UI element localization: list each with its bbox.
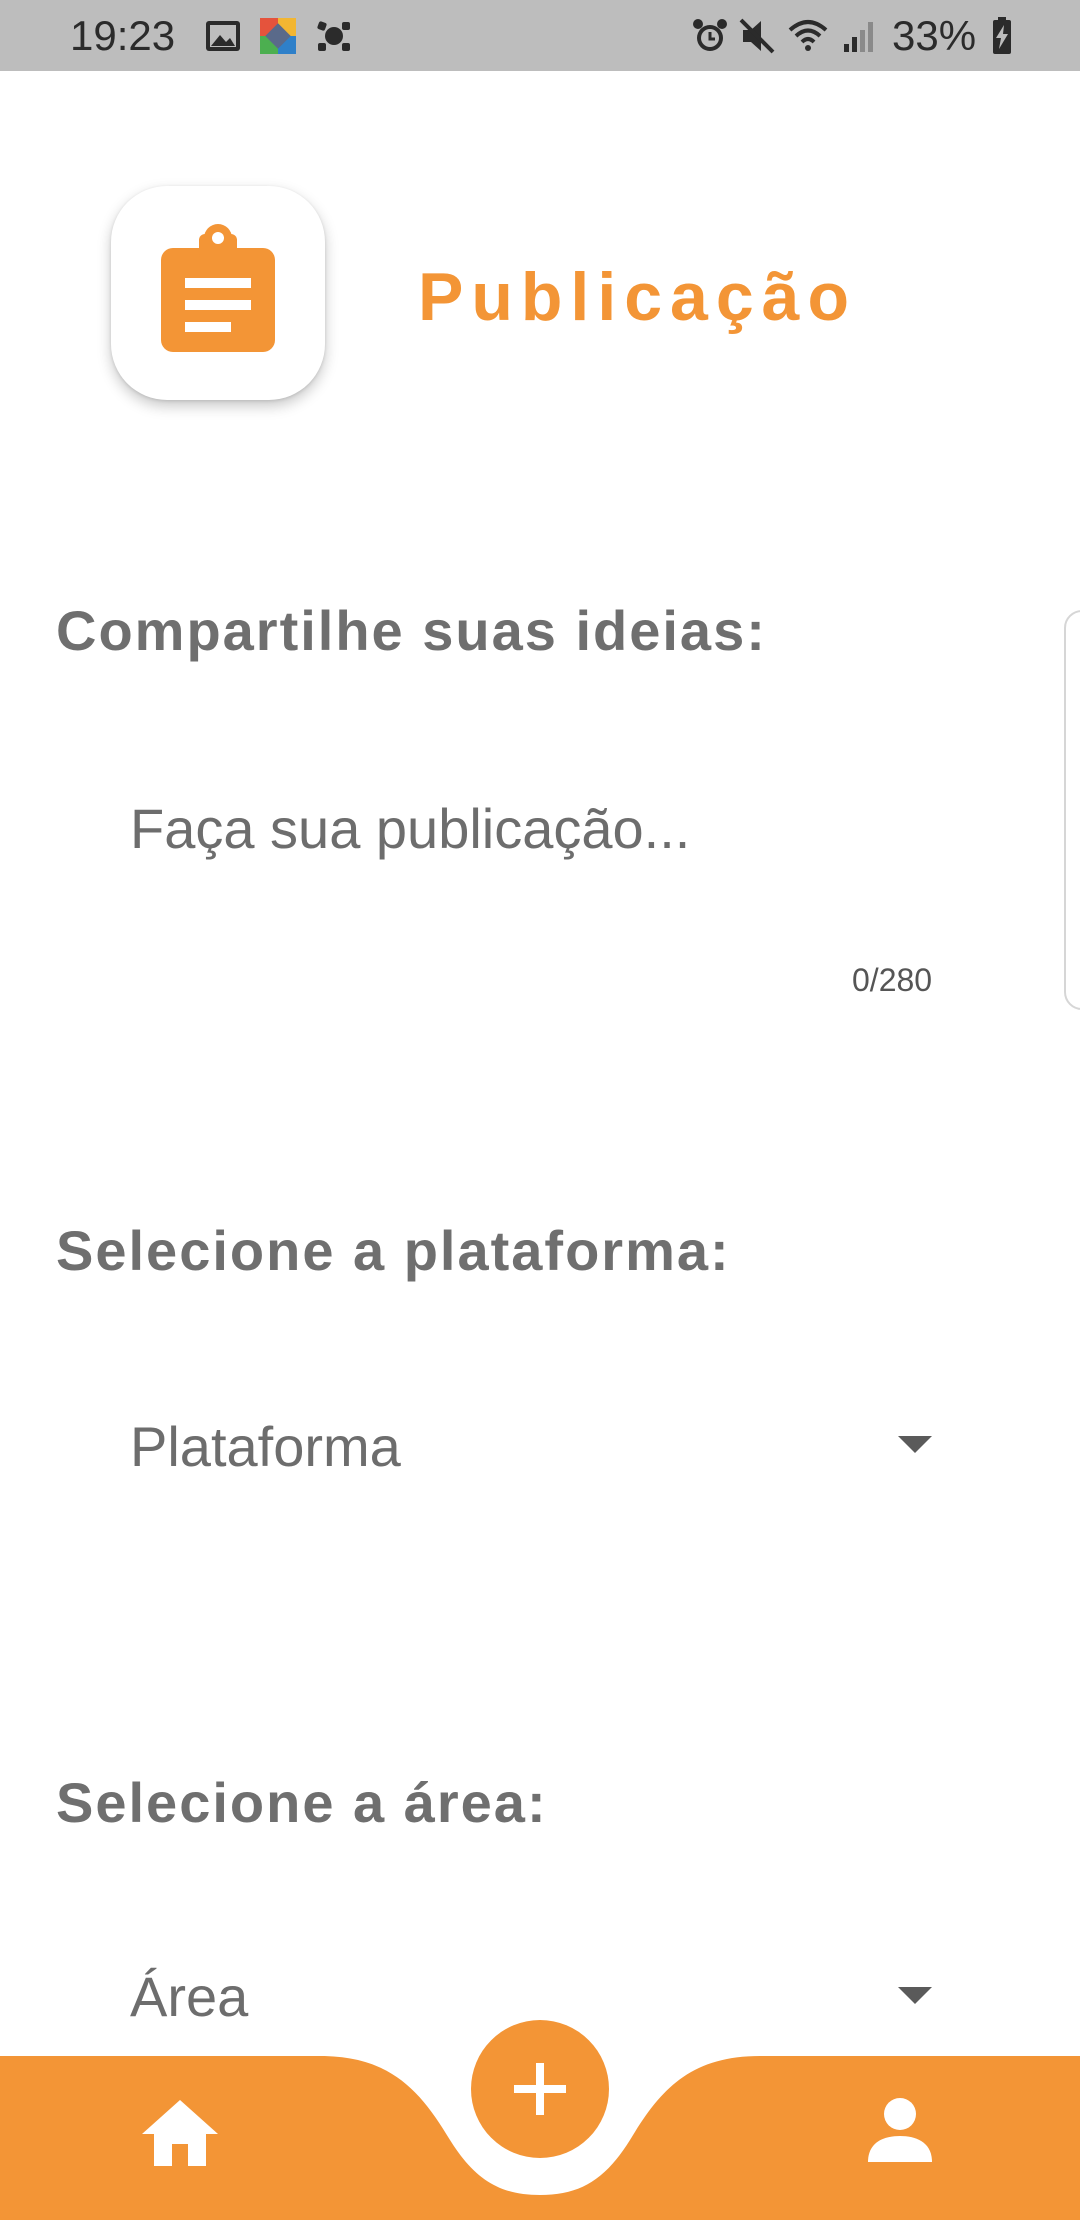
image-icon [206, 21, 240, 51]
area-dropdown-arrow-icon[interactable] [898, 1987, 932, 2004]
area-label: Selecione a área: [56, 1771, 548, 1834]
app-icon-card [111, 186, 325, 400]
ideas-label: Compartilhe suas ideias: [56, 599, 767, 662]
status-bar: 19:23 33% [0, 0, 1080, 71]
game-icon [317, 21, 350, 51]
signal-icon [844, 22, 873, 52]
battery-level: 33% [892, 12, 977, 59]
clipboard-icon [161, 224, 275, 352]
edge-panel-handle[interactable] [1064, 610, 1080, 1010]
wifi-icon [788, 20, 828, 51]
platform-label: Selecione a plataforma: [56, 1219, 731, 1282]
add-icon [514, 2063, 566, 2115]
alarm-icon [693, 19, 727, 51]
home-icon[interactable] [140, 2096, 220, 2168]
mute-icon [739, 18, 775, 54]
platform-dropdown-arrow-icon[interactable] [898, 1436, 932, 1453]
person-icon[interactable] [866, 2096, 934, 2164]
add-button[interactable] [471, 2020, 609, 2158]
app-icon [260, 18, 296, 54]
char-counter: 0/280 [852, 962, 933, 998]
post-input[interactable]: Faça sua publicação... [130, 796, 690, 861]
page-title: Publicação [418, 259, 858, 335]
platform-select-value[interactable]: Plataforma [130, 1414, 401, 1479]
battery-icon [993, 17, 1011, 54]
status-time: 19:23 [70, 12, 176, 59]
area-select-value[interactable]: Área [130, 1964, 248, 2029]
